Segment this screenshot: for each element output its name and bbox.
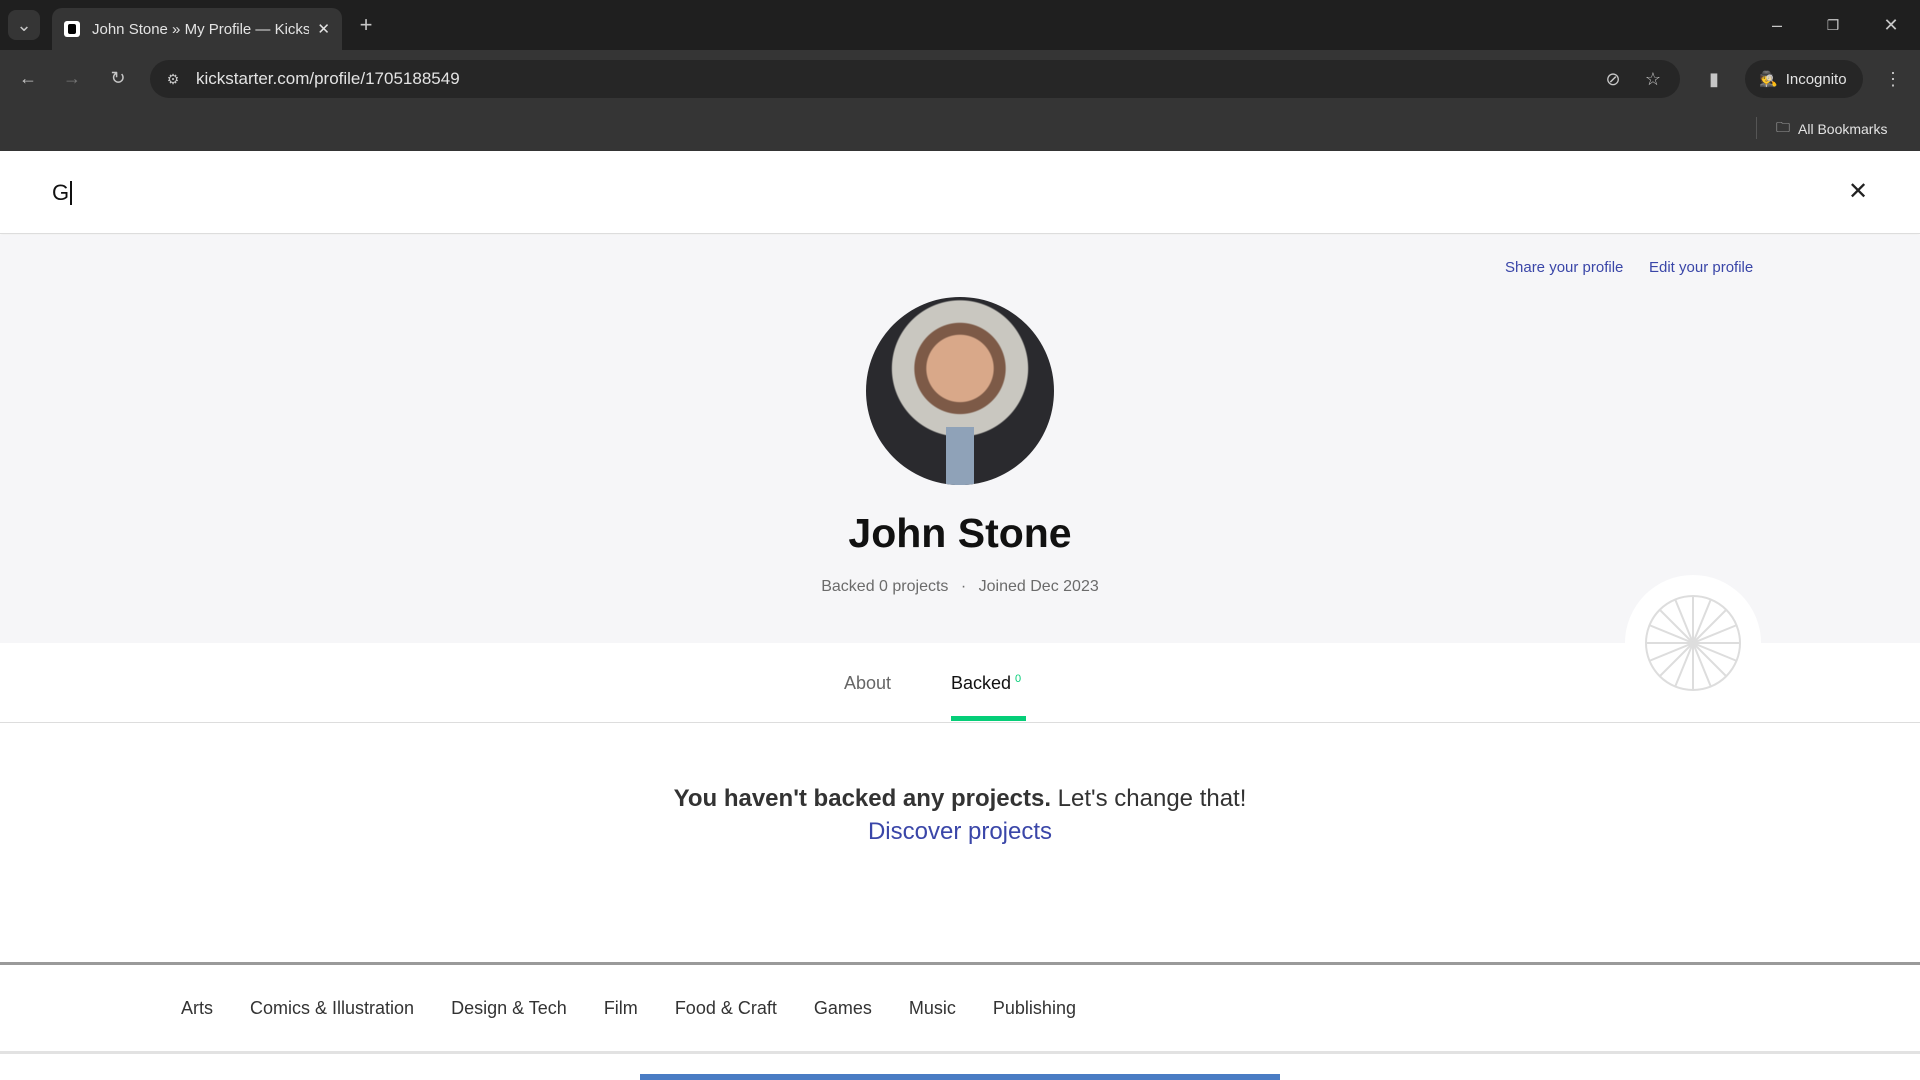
site-info-icon[interactable]: ⚙: [160, 66, 186, 92]
restore-icon[interactable]: ❐: [1818, 10, 1848, 40]
category-link[interactable]: Arts: [181, 998, 213, 1019]
separator: ·: [960, 578, 967, 595]
bookmark-star-icon[interactable]: ☆: [1640, 66, 1666, 92]
profile-name: John Stone: [848, 510, 1072, 556]
active-tab-indicator: [951, 716, 1026, 721]
empty-state-rest: Let's change that!: [1051, 785, 1247, 812]
category-footer: Arts Comics & Illustration Design & Tech…: [0, 962, 1920, 1054]
eye-off-icon[interactable]: ⊘: [1600, 66, 1626, 92]
minimize-icon[interactable]: –: [1762, 10, 1792, 40]
edit-profile-link[interactable]: Edit your profile: [1649, 259, 1753, 276]
tab-backed-count: 0: [1015, 673, 1022, 685]
incognito-label: Incognito: [1785, 70, 1847, 88]
forward-icon[interactable]: →: [56, 62, 88, 94]
divider: [1756, 117, 1757, 139]
close-tab-icon[interactable]: ✕: [317, 20, 330, 38]
category-link[interactable]: Film: [604, 998, 638, 1019]
category-link[interactable]: Publishing: [993, 998, 1076, 1019]
category-link[interactable]: Games: [814, 998, 872, 1019]
category-link[interactable]: Comics & Illustration: [250, 998, 414, 1019]
discover-projects-link[interactable]: Discover projects: [868, 818, 1052, 845]
incognito-icon: 🕵: [1759, 71, 1778, 88]
kickstarter-favicon-icon: [64, 21, 80, 37]
menu-kebab-icon[interactable]: ⋮: [1880, 64, 1906, 94]
category-link[interactable]: Design & Tech: [451, 998, 567, 1019]
all-bookmarks-label: All Bookmarks: [1798, 121, 1888, 137]
category-link[interactable]: Music: [909, 998, 956, 1019]
browser-tab-strip: ⌄ John Stone » My Profile — Kickstarter …: [0, 0, 1920, 50]
browser-tab[interactable]: John Stone » My Profile — Kickstarter ✕: [52, 8, 342, 50]
loading-spinner-icon: [1625, 575, 1761, 711]
category-link[interactable]: Food & Craft: [675, 998, 777, 1019]
search-input[interactable]: G: [52, 181, 73, 205]
tab-title: John Stone » My Profile — Kickstarter: [92, 20, 310, 38]
close-search-icon[interactable]: ✕: [1848, 177, 1868, 206]
tab-backed[interactable]: Backed 0: [951, 673, 1021, 694]
tab-about[interactable]: About: [844, 673, 891, 694]
profile-meta: Backed 0 projects · Joined Dec 2023: [0, 578, 1920, 596]
joined-date: Joined Dec 2023: [978, 578, 1099, 595]
incognito-button[interactable]: 🕵 Incognito: [1745, 60, 1863, 98]
search-bar: G ✕: [0, 151, 1920, 234]
close-window-icon[interactable]: ✕: [1876, 10, 1906, 40]
back-icon[interactable]: ←: [12, 62, 44, 94]
empty-state-bold: You haven't backed any projects.: [673, 785, 1051, 812]
empty-state-message: You haven't backed any projects. Let's c…: [0, 785, 1920, 813]
reload-icon[interactable]: ↻: [102, 62, 134, 94]
side-panel-icon[interactable]: ▮: [1700, 64, 1728, 94]
address-bar[interactable]: ⚙ kickstarter.com/profile/1705188549 ⊘ ☆: [150, 60, 1680, 98]
url-text: kickstarter.com/profile/1705188549: [196, 69, 460, 88]
tab-search-chevron-icon[interactable]: ⌄: [8, 10, 40, 40]
folder-icon: 🗀: [1776, 119, 1790, 135]
tab-backed-label: Backed: [951, 673, 1012, 693]
footer-banner: [640, 1074, 1280, 1080]
bookmarks-bar: 🗀 All Bookmarks: [0, 107, 1920, 151]
backed-count: Backed 0 projects: [821, 578, 949, 595]
all-bookmarks-button[interactable]: 🗀 All Bookmarks: [1776, 117, 1887, 141]
share-profile-link[interactable]: Share your profile: [1505, 259, 1623, 276]
avatar: [866, 297, 1054, 485]
new-tab-icon[interactable]: +: [352, 10, 380, 40]
